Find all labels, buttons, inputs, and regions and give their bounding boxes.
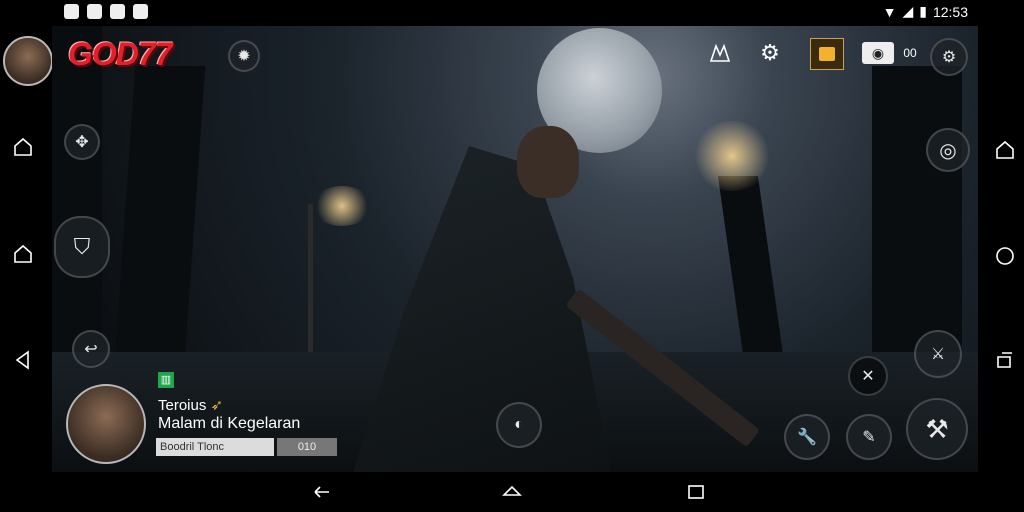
lamp-light [692, 121, 772, 191]
profile-avatar[interactable] [3, 36, 53, 86]
home-nav-icon[interactable] [500, 480, 524, 504]
system-nav-bar [0, 472, 1024, 512]
eye-camera-icon[interactable]: ◉ [862, 42, 894, 64]
interact-icon: ◐ [514, 416, 524, 433]
level-badge-icon: ▥ [158, 372, 174, 388]
status-bar: ▼ ◢ ▮ 12:53 [0, 0, 1024, 24]
home-outline-icon[interactable] [11, 242, 35, 266]
armor-button[interactable]: ⛉ [54, 216, 110, 278]
notification-icon [110, 4, 125, 19]
wrench-icon: 🔧 [797, 429, 817, 446]
crossed-swords-icon: ✕ [861, 368, 875, 385]
gear-icon[interactable]: ⚙ [756, 40, 784, 66]
turn-button[interactable]: ↩ [72, 330, 110, 368]
progress-counter: 010 [277, 438, 337, 456]
wifi-icon: ▼ [882, 3, 897, 20]
wrench-button[interactable]: 🔧 [784, 414, 830, 460]
compass-icon: ✥ [75, 134, 89, 151]
feather-icon: ➶ [210, 397, 224, 414]
compass-button[interactable]: ✥ [64, 124, 100, 160]
target-icon: ◎ [939, 139, 957, 162]
flashlight-button[interactable]: ✎ [846, 414, 892, 460]
knife-icon: ⚔ [930, 346, 946, 363]
recent-apps-icon[interactable] [993, 348, 1017, 372]
player-portrait[interactable] [66, 384, 146, 464]
settings-cog-icon: ⚙ [941, 49, 957, 66]
inventory-chest-icon[interactable] [810, 38, 844, 70]
armor-icon: ⛉ [73, 234, 91, 259]
game-logo: GOD77 [68, 36, 172, 72]
progress-label: Boodril Tlonc [156, 438, 274, 456]
interact-button[interactable]: ◐ [496, 402, 542, 448]
recents-nav-icon[interactable] [684, 480, 708, 504]
tree-trunk [717, 176, 787, 376]
back-icon[interactable] [310, 480, 334, 504]
knife-button[interactable]: ⚔ [914, 330, 962, 378]
lamp-post [308, 204, 313, 364]
home-circle-icon[interactable] [993, 244, 1017, 268]
arrow-turn-icon: ↩ [84, 341, 98, 358]
clock: 12:53 [932, 3, 968, 20]
crossed-swords-button[interactable]: ✕ [848, 356, 888, 396]
player-name: Teroius ➶ [158, 396, 223, 414]
flashlight-icon: ✎ [862, 429, 876, 446]
signal-icon: ◢ [902, 3, 914, 19]
notification-icon [133, 4, 148, 19]
lamp-light [312, 186, 372, 226]
map-icon[interactable] [708, 42, 732, 64]
torch-icon: ⚒ [925, 413, 949, 444]
back-triangle-icon[interactable] [11, 348, 35, 372]
home-icon[interactable] [11, 135, 35, 159]
home-icon-right[interactable] [993, 138, 1017, 162]
notification-icons [64, 4, 148, 19]
target-button[interactable]: ◎ [926, 128, 970, 172]
battery-icon: ▮ [919, 3, 927, 19]
settings-cog-button[interactable]: ⚙ [930, 38, 968, 76]
soldier-head [517, 126, 579, 198]
torch-button[interactable]: ⚒ [906, 398, 968, 460]
notification-icon [87, 4, 102, 19]
notification-icon [64, 4, 79, 19]
system-status: ▼ ◢ ▮ 12:53 [883, 3, 968, 20]
mission-title: Malam di Kegelaran [158, 415, 301, 432]
player-name-text: Teroius [158, 397, 207, 414]
chest-icon-glyph [819, 47, 835, 61]
gear-icon: ✹ [237, 48, 251, 65]
top-counter: 00 [903, 46, 917, 60]
settings-gear-button[interactable]: ✹ [228, 40, 260, 72]
